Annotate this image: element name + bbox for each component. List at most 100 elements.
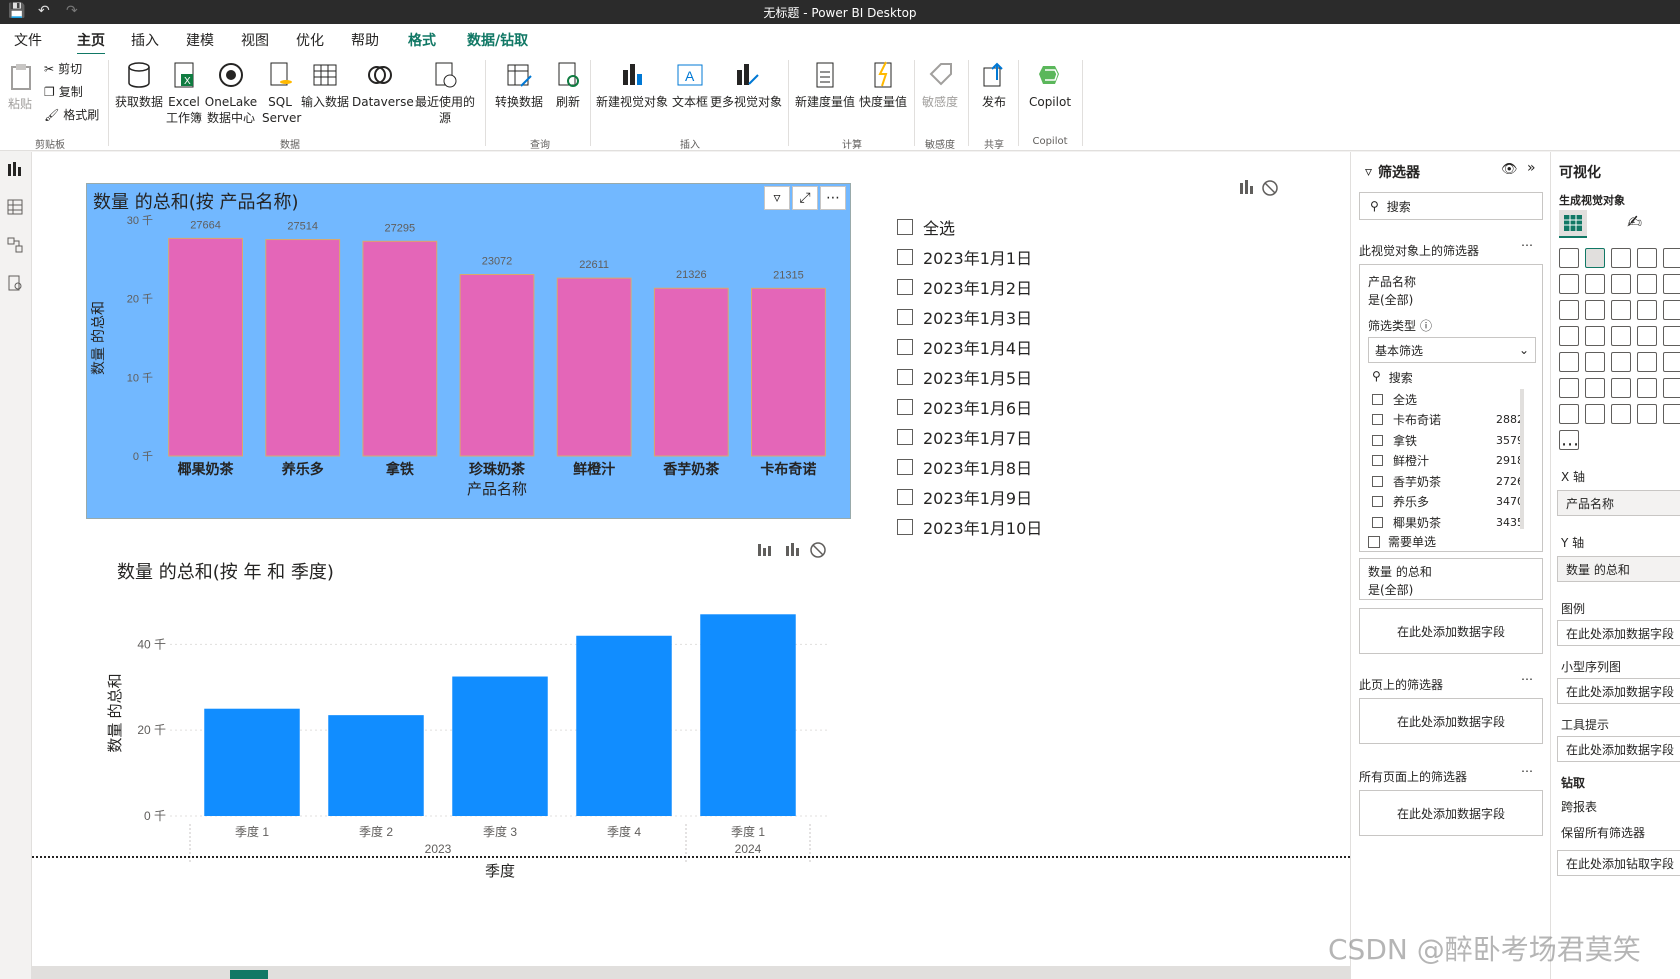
filter-value-item[interactable]: 养乐多 3470	[1372, 492, 1532, 513]
active-page-tab[interactable]	[230, 970, 268, 979]
expand-icon[interactable]	[786, 543, 799, 556]
dataverse-button[interactable]: Dataverse	[352, 60, 414, 110]
paginated-report-icon[interactable]	[1585, 404, 1605, 424]
publish-button[interactable]: 发布	[974, 60, 1014, 110]
donut-icon[interactable]	[1611, 300, 1631, 320]
sensitivity-button[interactable]: 敏感度	[918, 60, 962, 110]
power-apps-icon[interactable]	[1611, 404, 1631, 424]
card-icon[interactable]	[1663, 326, 1680, 346]
filter-type-dropdown[interactable]: 基本筛选 ⌄	[1368, 337, 1536, 363]
tab-format[interactable]: 格式	[408, 30, 436, 50]
new-measure-button[interactable]: 新建度量值	[794, 60, 856, 110]
add-page-filter-field[interactable]: 在此处添加数据字段	[1359, 698, 1543, 744]
filter-value-item[interactable]: 香芋奶茶 2726	[1372, 471, 1532, 492]
line-column-icon[interactable]	[1585, 274, 1605, 294]
slicer-item[interactable]: 2023年1月6日	[897, 392, 1042, 422]
tab-help[interactable]: 帮助	[351, 30, 379, 50]
shape-map-icon[interactable]	[1585, 326, 1605, 346]
slicer-item[interactable]: 2023年1月4日	[897, 332, 1042, 362]
drill-up-icon[interactable]	[758, 544, 771, 556]
gauge-icon[interactable]	[1637, 326, 1657, 346]
slicer-icon[interactable]	[1611, 352, 1631, 372]
python-visual-icon[interactable]	[1585, 378, 1605, 398]
refresh-button[interactable]: 刷新	[550, 60, 586, 110]
pie-icon[interactable]	[1585, 300, 1605, 320]
drill-add-field[interactable]: 在此处添加钻取字段	[1557, 850, 1680, 876]
checkbox[interactable]	[897, 279, 913, 295]
tab-data-drill[interactable]: 数据/钻取	[467, 30, 528, 50]
clustered-bar-icon[interactable]	[1611, 248, 1631, 268]
checkbox[interactable]	[1372, 516, 1383, 528]
cut-button[interactable]: ✂ 剪切	[44, 60, 82, 77]
slicer-item[interactable]: 2023年1月2日	[897, 272, 1042, 302]
funnel-icon[interactable]	[1663, 274, 1680, 294]
tab-insert[interactable]: 插入	[131, 30, 159, 50]
more-visuals-ellipsis[interactable]: ⋯	[1561, 434, 1579, 455]
multirow-card-icon[interactable]	[1559, 352, 1579, 372]
single-select-toggle[interactable]: 需要单选	[1368, 533, 1436, 550]
checkbox[interactable]	[1368, 535, 1380, 548]
add-all-pages-filter-field[interactable]: 在此处添加数据字段	[1359, 790, 1543, 836]
chart-year-quarter[interactable]: 0 千 20 千 40 千数量 的总和季度 1 季度 2 季度 3 季度 4 季度 1 202…	[100, 580, 840, 880]
filter-value-item[interactable]: 椰果奶茶 3435	[1372, 512, 1532, 533]
disable-icon[interactable]	[810, 542, 826, 558]
treemap-icon[interactable]	[1637, 300, 1657, 320]
legend-add-field[interactable]: 在此处添加数据字段	[1557, 620, 1680, 646]
filter-value-item[interactable]: 卡布奇诺 2882	[1372, 410, 1532, 431]
checkbox[interactable]	[897, 429, 913, 445]
model-view-icon[interactable]	[6, 236, 24, 254]
clustered-column-icon[interactable]	[1585, 248, 1605, 268]
enter-data-button[interactable]: 输入数据	[300, 60, 350, 110]
key-influencers-icon[interactable]	[1611, 378, 1631, 398]
tab-modeling[interactable]: 建模	[186, 30, 214, 50]
qna-icon[interactable]	[1663, 378, 1680, 398]
filter-values-search[interactable]: ⚲ 搜索	[1372, 369, 1413, 386]
filter-card-product[interactable]: 产品名称 是(全部) 筛选类型 ⓘ 基本筛选 ⌄ ⚲ 搜索 全选 卡布奇诺 2882 拿铁 3…	[1359, 264, 1543, 552]
copilot-button[interactable]: Copilot	[1022, 60, 1078, 110]
stacked-column-icon[interactable]	[1637, 248, 1657, 268]
excel-button[interactable]: X Excel 工作簿	[166, 60, 202, 126]
tooltips-add-field[interactable]: 在此处添加数据字段	[1557, 736, 1680, 762]
stacked-bar-icon[interactable]	[1559, 248, 1579, 268]
report-view-icon[interactable]	[6, 160, 24, 178]
more-options-icon[interactable]: ⋯	[1521, 672, 1533, 686]
recent-sources-button[interactable]: 最近使用的源	[410, 60, 480, 126]
kpi-icon[interactable]	[1585, 352, 1605, 372]
slicer-item[interactable]: 全选	[897, 212, 1042, 242]
dax-query-icon[interactable]	[6, 274, 24, 292]
checkbox[interactable]	[897, 249, 913, 265]
checkbox[interactable]	[897, 399, 913, 415]
ribbon-icon[interactable]	[1611, 274, 1631, 294]
table-icon[interactable]	[1637, 352, 1657, 372]
filled-map-icon[interactable]	[1559, 326, 1579, 346]
tab-home[interactable]: 主页	[77, 30, 105, 56]
disable-icon[interactable]	[1262, 180, 1278, 196]
checkbox[interactable]	[1372, 455, 1383, 467]
sql-server-button[interactable]: SQL Server	[262, 60, 301, 126]
decomposition-tree-icon[interactable]	[1637, 378, 1657, 398]
checkbox[interactable]	[897, 519, 913, 535]
tab-optimize[interactable]: 优化	[296, 30, 324, 50]
add-visual-filter-field[interactable]: 在此处添加数据字段	[1359, 608, 1543, 654]
filter-value-item[interactable]: 全选	[1372, 389, 1532, 410]
filter-card-quantity[interactable]: 数量 的总和 是(全部)	[1359, 558, 1543, 600]
quick-measure-button[interactable]: 快度量值	[858, 60, 908, 110]
slicer-item[interactable]: 2023年1月7日	[897, 422, 1042, 452]
copy-button[interactable]: ❐ 复制	[44, 83, 83, 100]
area-icon[interactable]	[1559, 274, 1579, 294]
metrics-icon[interactable]	[1663, 404, 1680, 424]
azure-map-icon[interactable]	[1611, 326, 1631, 346]
smart-narrative-icon[interactable]	[1559, 404, 1579, 424]
filter-value-item[interactable]: 鲜橙汁 2918	[1372, 451, 1532, 472]
tab-view[interactable]: 视图	[241, 30, 269, 50]
format-visual-icon[interactable]: ✍	[1627, 212, 1642, 233]
onelake-button[interactable]: OneLake 数据中心	[204, 60, 258, 126]
textbox-button[interactable]: A 文本框	[670, 60, 710, 110]
table-view-icon[interactable]	[6, 198, 24, 216]
paste-button[interactable]: 粘贴	[6, 62, 34, 112]
more-visuals-button[interactable]: 更多视觉对象	[710, 60, 782, 110]
power-automate-icon[interactable]	[1637, 404, 1657, 424]
x-axis-field[interactable]: 产品名称	[1557, 490, 1680, 516]
checkbox[interactable]	[897, 369, 913, 385]
more-options-icon[interactable]: ⋯	[1521, 238, 1533, 252]
